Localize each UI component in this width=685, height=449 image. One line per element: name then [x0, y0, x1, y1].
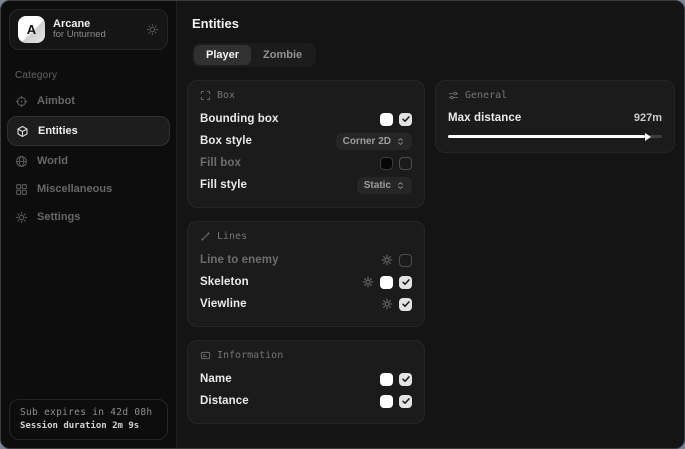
panel-header-label: Lines [217, 231, 247, 242]
sidebar: A Arcane for Unturned Category Aimbot En… [1, 1, 177, 448]
grid-icon [15, 183, 28, 196]
row-max-distance: Max distance 927m [448, 108, 662, 138]
skeleton-checkbox[interactable] [399, 276, 412, 289]
color-swatch[interactable] [380, 373, 393, 386]
gear-icon[interactable] [362, 276, 374, 288]
info-card-icon [200, 350, 211, 361]
max-distance-slider[interactable] [448, 135, 662, 138]
panel-general: General Max distance 927m [435, 80, 675, 153]
color-swatch[interactable] [380, 395, 393, 408]
sidebar-item-label: Settings [37, 211, 80, 223]
globe-icon [15, 155, 28, 168]
sidebar-item-label: World [37, 155, 68, 167]
crosshair-icon [15, 95, 28, 108]
name-checkbox[interactable] [399, 373, 412, 386]
fill-box-checkbox[interactable] [399, 157, 412, 170]
chevrons-up-down-icon [396, 137, 405, 146]
sub-expiry-text: Sub expires in 42d 08h [20, 407, 157, 418]
sidebar-item-world[interactable]: World [1, 147, 176, 175]
panel-header-label: General [465, 90, 507, 101]
color-swatch[interactable] [380, 113, 393, 126]
row-fill-style: Fill style Static [200, 174, 412, 196]
entity-tabs: Player Zombie [192, 43, 316, 67]
row-viewline: Viewline [200, 293, 412, 315]
sidebar-item-label: Entities [38, 125, 78, 137]
page-title: Entities [192, 16, 675, 31]
slider-thumb[interactable] [645, 133, 651, 141]
tab-zombie[interactable]: Zombie [251, 45, 314, 65]
line-to-enemy-checkbox[interactable] [399, 254, 412, 267]
panel-box: Box Bounding box Box style Corne [187, 80, 425, 208]
sidebar-item-label: Miscellaneous [37, 183, 112, 195]
sidebar-nav: Aimbot Entities World Miscellaneous [1, 87, 176, 231]
sidebar-item-aimbot[interactable]: Aimbot [1, 87, 176, 115]
main-content: Entities Player Zombie Box Bounding box [177, 1, 685, 448]
panel-header-label: Box [217, 90, 235, 101]
sidebar-item-label: Aimbot [37, 95, 75, 107]
gear-icon[interactable] [381, 298, 393, 310]
row-bounding-box: Bounding box [200, 108, 412, 130]
gear-icon[interactable] [381, 254, 393, 266]
fill-style-select[interactable]: Static [357, 177, 412, 194]
subscription-card: Sub expires in 42d 08h Session duration … [9, 399, 168, 440]
panel-header-label: Information [217, 350, 283, 361]
viewline-checkbox[interactable] [399, 298, 412, 311]
gear-icon [15, 211, 28, 224]
panel-information: Information Name Distance [187, 340, 425, 424]
session-duration-text: Session duration 2m 9s [20, 421, 157, 431]
color-swatch[interactable] [380, 157, 393, 170]
panel-lines: Lines Line to enemy Skeleton [187, 221, 425, 327]
sidebar-item-entities[interactable]: Entities [7, 116, 170, 146]
tab-player[interactable]: Player [194, 45, 251, 65]
box-style-select[interactable]: Corner 2D [336, 133, 412, 150]
row-distance: Distance [200, 390, 412, 412]
bounding-box-checkbox[interactable] [399, 113, 412, 126]
color-swatch[interactable] [380, 276, 393, 289]
app-logo: A [18, 16, 45, 43]
category-label: Category [15, 70, 162, 81]
scan-box-icon [200, 90, 211, 101]
distance-checkbox[interactable] [399, 395, 412, 408]
slider-fill [448, 135, 645, 138]
app-subtitle: for Unturned [53, 30, 138, 41]
row-fill-box: Fill box [200, 152, 412, 174]
sidebar-item-settings[interactable]: Settings [1, 203, 176, 231]
row-name: Name [200, 368, 412, 390]
cube-icon [16, 125, 29, 138]
row-skeleton: Skeleton [200, 271, 412, 293]
row-box-style: Box style Corner 2D [200, 130, 412, 152]
sidebar-item-miscellaneous[interactable]: Miscellaneous [1, 175, 176, 203]
brand-card: A Arcane for Unturned [9, 9, 168, 50]
sliders-icon [448, 90, 459, 101]
settings-gear-icon[interactable] [146, 23, 159, 36]
line-icon [200, 231, 211, 242]
row-line-to-enemy: Line to enemy [200, 249, 412, 271]
chevrons-up-down-icon [396, 181, 405, 190]
max-distance-value: 927m [634, 112, 662, 124]
app-window: A Arcane for Unturned Category Aimbot En… [0, 0, 685, 449]
